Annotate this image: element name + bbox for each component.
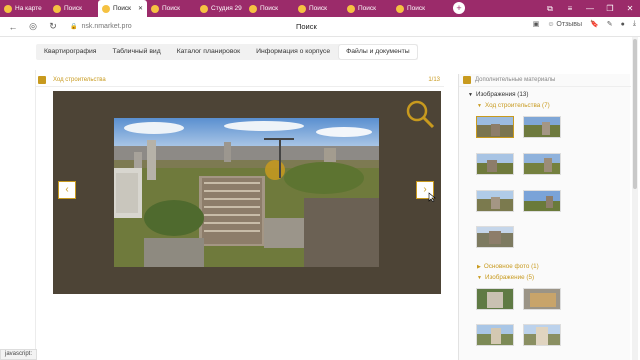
- chevron-right-icon: ›: [423, 184, 427, 195]
- address-bar: ← ◎ ↻ 🔒 nsk.nmarket.pro Поиск ▣ ☺ Отзывы…: [0, 17, 640, 37]
- tree-construction-progress[interactable]: ▼ Ход строительства (7): [477, 102, 550, 109]
- mouse-cursor-icon: [428, 192, 436, 202]
- lock-icon: 🔒: [70, 24, 78, 30]
- browser-tab[interactable]: Поиск: [294, 0, 343, 17]
- browser-tab[interactable]: Поиск: [343, 0, 392, 17]
- triangle-down-icon: ▼: [468, 92, 473, 98]
- close-window-icon[interactable]: ✕: [620, 0, 640, 17]
- status-bar: javascript:: [0, 349, 38, 360]
- additional-materials-panel: Дополнительные материалы ▼ Изображения (1…: [458, 74, 631, 360]
- tree-images[interactable]: ▼ Изображения (13): [468, 91, 528, 98]
- previous-image-button[interactable]: ‹: [58, 181, 76, 199]
- image-thumbnail[interactable]: [476, 116, 514, 138]
- tab-manager-icon[interactable]: ▣: [533, 20, 540, 28]
- construction-photo[interactable]: [114, 118, 379, 267]
- image-thumbnail[interactable]: [476, 324, 514, 346]
- favicon-icon: [53, 4, 61, 13]
- image-thumbnail[interactable]: [523, 190, 561, 212]
- tab-files-documents[interactable]: Файлы и документы: [339, 45, 417, 59]
- browser-tab[interactable]: Поиск: [147, 0, 196, 17]
- gallery-header: Ход строительства 1/13: [36, 74, 444, 87]
- back-icon[interactable]: ←: [6, 22, 20, 32]
- zoom-icon[interactable]: [405, 99, 435, 129]
- pen-icon[interactable]: ✎: [607, 20, 613, 28]
- materials-title: Дополнительные материалы: [475, 77, 556, 83]
- triangle-down-icon: ▼: [477, 103, 482, 109]
- tree-main-photo[interactable]: ▶ Основное фото (1): [477, 263, 539, 270]
- menu-icon[interactable]: ≡: [560, 0, 580, 17]
- scrollbar-thumb[interactable]: [633, 39, 637, 189]
- browser-tab[interactable]: Поиск: [49, 0, 98, 17]
- tab-apartments[interactable]: Квартирография: [37, 45, 103, 59]
- folder-icon: [38, 76, 46, 84]
- content-tabs: Квартирография Табличный вид Каталог пла…: [36, 44, 418, 60]
- reviews-link[interactable]: ☺ Отзывы: [547, 21, 582, 28]
- tab-table-view[interactable]: Табличный вид: [105, 45, 167, 59]
- browser-tab[interactable]: Студия 29: [196, 0, 245, 17]
- new-tab-button[interactable]: +: [453, 2, 465, 14]
- browser-tab-active[interactable]: Поиск ✕: [98, 0, 147, 17]
- tab-building-info[interactable]: Информация о корпусе: [249, 45, 337, 59]
- bookmark-icon[interactable]: 🔖: [590, 20, 599, 28]
- gallery-panel: Ход строительства 1/13 ‹ ›: [36, 74, 444, 360]
- image-thumbnail[interactable]: [476, 190, 514, 212]
- image-thumbnail[interactable]: [476, 153, 514, 175]
- image-viewer: ‹ ›: [53, 91, 441, 294]
- restore-icon[interactable]: ❐: [600, 0, 620, 17]
- favicon-icon: [298, 4, 306, 13]
- image-thumbnail[interactable]: [523, 116, 561, 138]
- download-icon[interactable]: ⤓: [633, 20, 636, 28]
- tree-images-5[interactable]: ▼ Изображение (5): [477, 274, 534, 281]
- favicon-icon: [102, 4, 110, 13]
- browser-tab[interactable]: На карте: [0, 0, 49, 17]
- folder-icon: [463, 76, 471, 84]
- favicon-icon: [347, 4, 355, 13]
- chevron-left-icon: ‹: [65, 184, 69, 195]
- favicon-icon: [200, 4, 208, 13]
- triangle-right-icon: ▶: [477, 264, 481, 270]
- browser-tab[interactable]: Поиск: [245, 0, 294, 17]
- gallery-section-label: Ход строительства: [53, 77, 106, 83]
- home-icon[interactable]: ◎: [26, 21, 40, 32]
- tab-layouts-catalog[interactable]: Каталог планировок: [170, 45, 247, 59]
- bookmarks-icon[interactable]: ⧉: [540, 0, 560, 17]
- favicon-icon: [249, 4, 257, 13]
- image-thumbnail[interactable]: [523, 288, 561, 310]
- reload-icon[interactable]: ↻: [46, 21, 60, 32]
- favicon-icon: [151, 4, 159, 13]
- favicon-icon: [4, 4, 12, 13]
- browser-tab[interactable]: Поиск: [392, 0, 441, 17]
- close-tab-icon[interactable]: ✕: [138, 5, 143, 12]
- gallery-counter: 1/13: [428, 77, 440, 83]
- assistant-icon[interactable]: ●: [621, 21, 625, 28]
- minimize-icon[interactable]: —: [580, 0, 600, 17]
- browser-tab-bar: На карте Поиск Поиск ✕ Поиск Студия 29 По…: [0, 0, 640, 17]
- page-scrollbar[interactable]: [632, 37, 638, 360]
- image-thumbnail[interactable]: [476, 226, 514, 248]
- page-title: Поиск: [296, 22, 317, 31]
- image-thumbnail[interactable]: [476, 288, 514, 310]
- image-thumbnail[interactable]: [523, 153, 561, 175]
- triangle-down-icon: ▼: [477, 275, 482, 281]
- url-field[interactable]: 🔒 nsk.nmarket.pro: [70, 23, 132, 30]
- materials-header: Дополнительные материалы: [459, 74, 631, 87]
- favicon-icon: [396, 4, 404, 13]
- image-thumbnail[interactable]: [523, 324, 561, 346]
